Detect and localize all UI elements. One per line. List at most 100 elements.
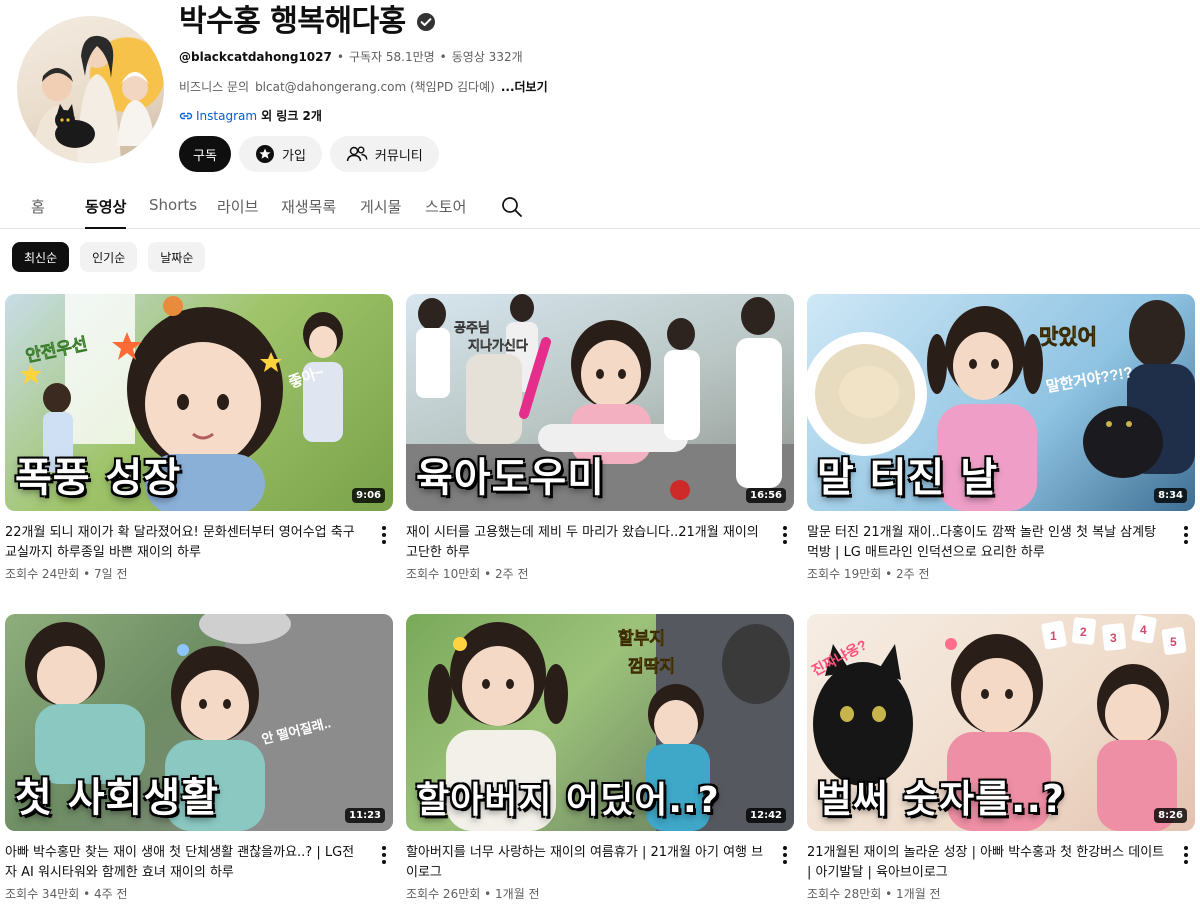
more-options-icon[interactable] xyxy=(782,846,788,864)
number-card: 2 xyxy=(1080,625,1087,639)
separator-dot: • xyxy=(336,49,344,64)
subscribe-label: 구독 xyxy=(193,148,217,164)
subscribe-button[interactable]: 구독 xyxy=(179,136,231,172)
video-card[interactable]: 안 떨어질래.. 첫 사회생활 11:23 아빠 박수홍만 찾는 재이 생애 첫… xyxy=(5,614,393,902)
thumb-caption: 껌딱지 xyxy=(628,657,675,676)
video-card[interactable]: 안전우선 좋아~ 폭풍 성장 9:06 22개월 되니 재이가 확 달라졌어요!… xyxy=(5,294,393,582)
description-prefix: 비즈니스 문의 xyxy=(179,80,250,94)
tab-playlists[interactable]: 재생목록 xyxy=(281,196,336,229)
thumbnail-overlay-text: 첫 사회생활 xyxy=(15,775,219,821)
channel-tabs: 홈 동영상 Shorts 라이브 재생목록 게시물 스토어 xyxy=(0,186,1200,229)
number-card: 5 xyxy=(1170,635,1177,649)
video-title[interactable]: 할아버지를 너무 사랑하는 재이의 여름휴가 | 21개월 아기 여행 브이로그 xyxy=(406,843,766,883)
tab-store[interactable]: 스토어 xyxy=(425,196,466,229)
community-button[interactable]: 커뮤니티 xyxy=(329,136,439,172)
video-thumbnail[interactable]: 맛있어 말한거야??!? 말 터진 날 8:34 xyxy=(807,294,1195,511)
star-badge-icon xyxy=(256,145,274,163)
channel-links: Instagram 외 링크 2개 xyxy=(179,107,322,124)
video-stats: 조회수 34만회 • 4주 전 xyxy=(5,885,393,902)
more-options-icon[interactable] xyxy=(381,846,387,864)
search-icon[interactable] xyxy=(501,196,523,218)
subscriber-count: 구독자 58.1만명 xyxy=(348,50,435,64)
video-card[interactable]: 맛있어 말한거야??!? 말 터진 날 8:34 말문 터진 21개월 재이..… xyxy=(807,294,1195,582)
view-count: 조회수 28만회 xyxy=(807,887,882,901)
thumb-caption: 말한거야??!? xyxy=(1045,363,1134,396)
thumb-caption: 지나가신다 xyxy=(468,338,528,353)
separator-dot: • xyxy=(83,567,91,581)
video-card[interactable]: 공주님 지나가신다 육아도우미 16:56 재이 시터를 고용했는데 제비 두 … xyxy=(406,294,794,582)
chip-date[interactable]: 날짜순 xyxy=(148,242,206,272)
tab-live[interactable]: 라이브 xyxy=(217,196,258,229)
channel-handle: @blackcatdahong1027 xyxy=(179,49,332,64)
community-icon xyxy=(346,146,368,162)
video-thumbnail[interactable]: 공주님 지나가신다 육아도우미 16:56 xyxy=(406,294,794,511)
more-options-icon[interactable] xyxy=(381,526,387,544)
sort-chips: 최신순 인기순 날짜순 xyxy=(12,242,206,272)
more-link[interactable]: ...더보기 xyxy=(501,78,548,95)
thumbnail-overlay-text: 폭풍 성장 xyxy=(15,455,182,501)
video-stats: 조회수 10만회 • 2주 전 xyxy=(406,565,794,582)
upload-age: 1개월 전 xyxy=(896,887,941,901)
thumbnail-overlay-text: 육아도우미 xyxy=(416,455,605,501)
tab-home[interactable]: 홈 xyxy=(31,196,45,229)
video-card[interactable]: 1 2 3 4 5 진짜냐옹? 벌써 숫자를..? 8:26 21개월된 재이의… xyxy=(807,614,1195,902)
video-stats: 조회수 24만회 • 7일 전 xyxy=(5,565,393,582)
video-stats: 조회수 26만회 • 1개월 전 xyxy=(406,885,794,902)
video-thumbnail[interactable]: 1 2 3 4 5 진짜냐옹? 벌써 숫자를..? 8:26 xyxy=(807,614,1195,831)
channel-meta: @blackcatdahong1027 • 구독자 58.1만명 • 동영상 3… xyxy=(179,48,523,65)
chip-popular[interactable]: 인기순 xyxy=(80,242,138,272)
channel-description[interactable]: 비즈니스 문의 blcat@dahongerang.com (책임PD 김다예)… xyxy=(179,78,548,95)
tab-posts[interactable]: 게시물 xyxy=(360,196,401,229)
instagram-label: Instagram xyxy=(196,108,258,123)
number-card: 3 xyxy=(1110,631,1117,645)
video-title[interactable]: 말문 터진 21개월 재이..다홍이도 깜짝 놀란 인생 첫 복날 삼계탕 먹방… xyxy=(807,523,1167,563)
thumbnail-overlay-text: 벌써 숫자를..? xyxy=(817,777,1065,821)
thumb-caption: 할부지 xyxy=(618,629,665,648)
thumbnail-overlay-text: 할아버지 어딨어..? xyxy=(416,780,720,821)
separator-dot: • xyxy=(885,887,893,901)
video-stats: 조회수 28만회 • 1개월 전 xyxy=(807,885,1195,902)
join-button[interactable]: 가입 xyxy=(239,136,322,172)
number-card: 1 xyxy=(1050,629,1057,643)
video-thumbnail[interactable]: 안전우선 좋아~ 폭풍 성장 9:06 xyxy=(5,294,393,511)
join-label: 가입 xyxy=(282,148,306,164)
upload-age: 7일 전 xyxy=(94,567,128,581)
video-duration: 16:56 xyxy=(746,488,786,503)
link-icon xyxy=(179,112,193,119)
tab-shorts[interactable]: Shorts xyxy=(149,196,197,229)
view-count: 조회수 19만회 xyxy=(807,567,882,581)
thumbnail-overlay-text: 말 터진 날 xyxy=(817,455,999,501)
chip-latest[interactable]: 최신순 xyxy=(12,242,70,272)
upload-age: 4주 전 xyxy=(94,887,128,901)
video-card[interactable]: 할부지 껌딱지 할아버지 어딨어..? 12:42 할아버지를 너무 사랑하는 … xyxy=(406,614,794,902)
video-title[interactable]: 아빠 박수홍만 찾는 재이 생애 첫 단체생활 괜찮을까요..? | LG전자 … xyxy=(5,843,365,883)
video-count: 동영상 332개 xyxy=(451,50,523,64)
video-thumbnail[interactable]: 안 떨어질래.. 첫 사회생활 11:23 xyxy=(5,614,393,831)
more-options-icon[interactable] xyxy=(782,526,788,544)
more-options-icon[interactable] xyxy=(1183,846,1189,864)
video-duration: 11:23 xyxy=(345,808,385,823)
number-card: 4 xyxy=(1140,623,1147,637)
video-title[interactable]: 21개월된 재이의 놀라운 성장 | 아빠 박수홍과 첫 한강버스 데이트 | … xyxy=(807,843,1167,883)
view-count: 조회수 24만회 xyxy=(5,567,80,581)
video-thumbnail[interactable]: 할부지 껌딱지 할아버지 어딨어..? 12:42 xyxy=(406,614,794,831)
separator-dot: • xyxy=(484,887,492,901)
video-title[interactable]: 재이 시터를 고용했는데 제비 두 마리가 왔습니다..21개월 재이의 고단한… xyxy=(406,523,766,563)
video-duration: 9:06 xyxy=(352,488,385,503)
separator-dot: • xyxy=(885,567,893,581)
channel-avatar[interactable] xyxy=(17,16,164,163)
separator-dot: • xyxy=(83,887,91,901)
video-stats: 조회수 19만회 • 2주 전 xyxy=(807,565,1195,582)
more-options-icon[interactable] xyxy=(1183,526,1189,544)
verified-icon xyxy=(416,13,435,31)
video-title[interactable]: 22개월 되니 재이가 확 달라졌어요! 문화센터부터 영어수업 축구교실까지 … xyxy=(5,523,365,563)
tab-videos[interactable]: 동영상 xyxy=(85,196,127,229)
upload-age: 2주 전 xyxy=(495,567,529,581)
instagram-link[interactable]: Instagram xyxy=(179,109,257,123)
separator-dot: • xyxy=(484,567,492,581)
more-links[interactable]: 외 링크 2개 xyxy=(261,107,322,124)
upload-age: 2주 전 xyxy=(896,567,930,581)
upload-age: 1개월 전 xyxy=(495,887,540,901)
video-duration: 12:42 xyxy=(746,808,786,823)
thumb-caption: 공주님 xyxy=(454,320,490,335)
